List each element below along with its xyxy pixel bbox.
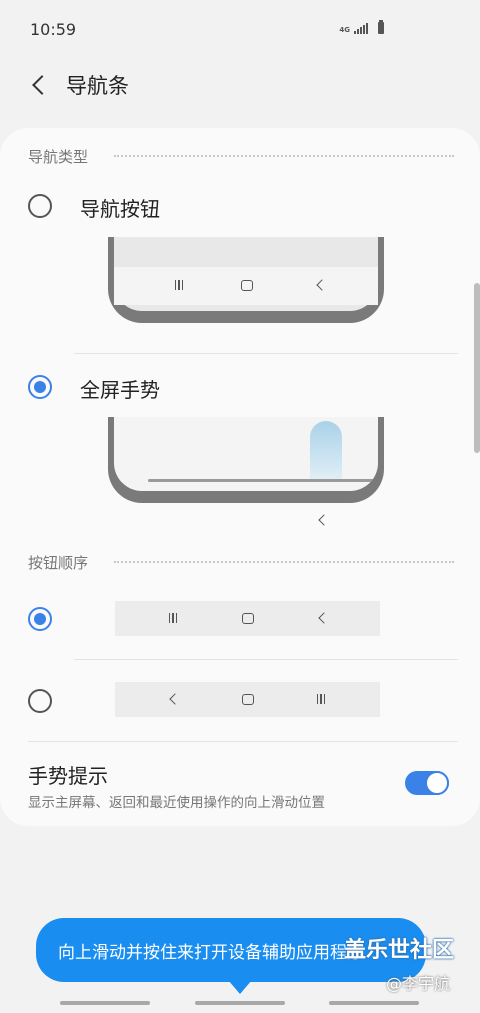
section-divider	[114, 561, 454, 563]
battery-icon	[378, 20, 384, 34]
recent-apps-icon	[168, 613, 178, 623]
recent-apps-icon	[174, 280, 184, 290]
home-icon	[241, 280, 253, 291]
radio-nav-buttons[interactable]	[28, 194, 52, 218]
option-label-gestures: 全屏手势	[80, 378, 160, 402]
tooltip-text: 向上滑动并按住来打开设备辅助应用程序	[58, 943, 364, 963]
gesture-hint-back[interactable]	[329, 1001, 419, 1005]
back-button[interactable]	[22, 68, 56, 102]
gesture-hint-toggle[interactable]	[405, 771, 449, 795]
home-icon	[242, 694, 254, 705]
gesture-hint-title: 手势提示	[28, 764, 108, 788]
gesture-bar-back	[296, 479, 374, 482]
section-divider	[114, 155, 454, 157]
back-icon	[318, 612, 330, 624]
button-order-preview-1	[115, 601, 380, 636]
divider	[28, 741, 458, 742]
radio-button-order-2[interactable]	[28, 689, 52, 713]
home-icon	[242, 613, 254, 624]
divider	[74, 353, 458, 354]
nav-buttons-illustration[interactable]	[108, 237, 384, 323]
swipe-up-hint	[310, 421, 342, 481]
radio-button-order-1[interactable]	[28, 607, 52, 631]
status-time: 10:59	[30, 20, 77, 39]
network-type-label: 4G	[339, 26, 350, 34]
back-icon	[169, 693, 181, 705]
gesture-bar-home	[222, 479, 300, 482]
section-header-nav-type: 导航类型	[28, 148, 89, 166]
gesture-hint-description: 显示主屏幕、返回和最近使用操作的向上滑动位置	[28, 795, 325, 811]
scrollbar[interactable]	[474, 283, 480, 453]
status-icons: 4G	[339, 20, 384, 34]
gesture-bar-recent	[148, 479, 226, 482]
back-icon	[316, 279, 328, 291]
page-title: 导航条	[66, 74, 129, 98]
button-order-preview-2	[115, 682, 380, 717]
watermark-title: 盖乐世社区	[344, 938, 455, 963]
section-header-button-order: 按钮顺序	[28, 554, 89, 572]
app-header: 导航条	[0, 60, 480, 110]
divider	[74, 659, 458, 660]
radio-gestures[interactable]	[28, 375, 52, 399]
gestures-illustration[interactable]	[108, 417, 384, 503]
watermark-author: @李宇航	[386, 974, 451, 993]
option-label-nav-buttons: 导航按钮	[80, 197, 160, 221]
tooltip-tail	[228, 980, 252, 994]
signal-icon	[354, 23, 368, 34]
gesture-hint-recent[interactable]	[60, 1001, 150, 1005]
gesture-hint-home[interactable]	[195, 1001, 285, 1005]
status-bar: 10:59 4G	[0, 0, 480, 60]
recent-apps-icon	[316, 694, 326, 704]
